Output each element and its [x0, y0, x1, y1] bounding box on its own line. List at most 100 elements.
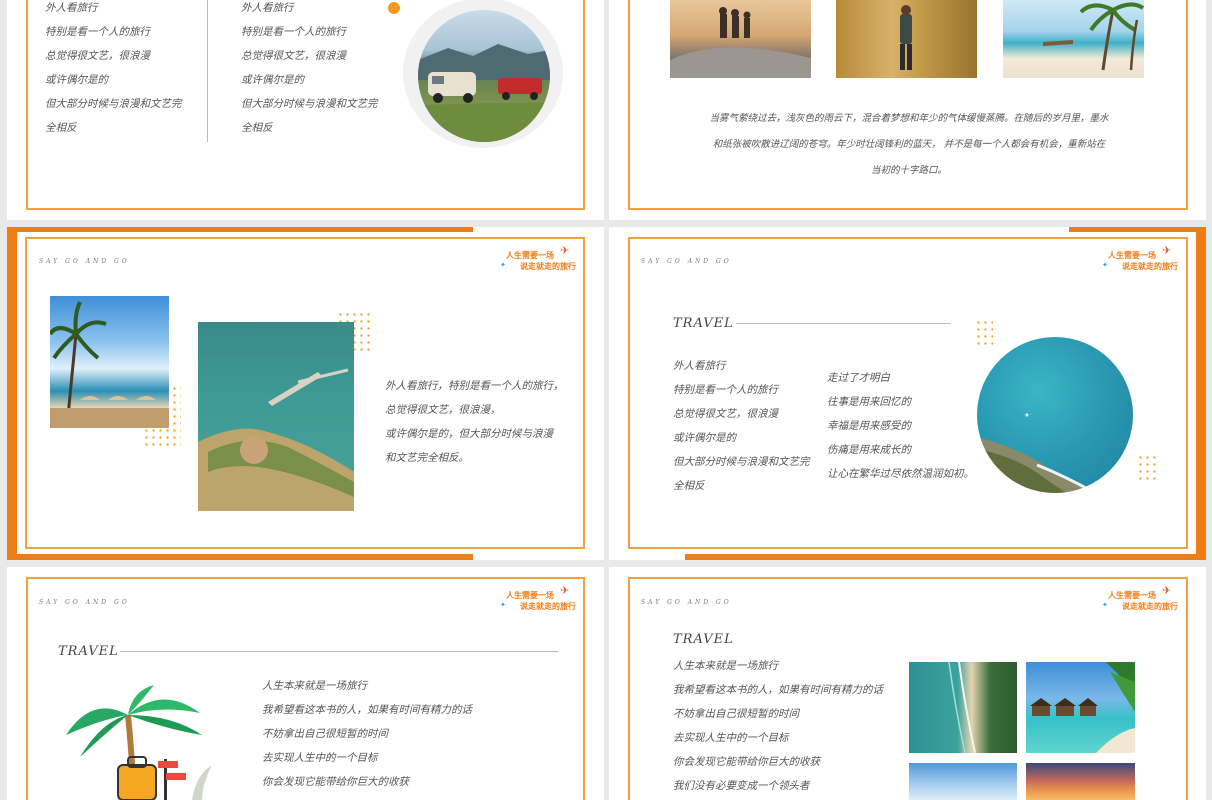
camping-scene: [418, 44, 550, 142]
text-line: 或许偶尔是的，但大部分时候与浪漫: [385, 428, 553, 440]
text-line: 或许偶尔是的: [45, 74, 108, 86]
title-rule: [736, 323, 951, 324]
text-line: 但大部分时候与浪漫和文艺完: [241, 98, 378, 110]
logo-line-2: 说走就走的旅行: [1122, 262, 1178, 271]
plane-icon: ✈: [1162, 244, 1172, 257]
logo-line-1: 人生需要一场: [1108, 591, 1156, 600]
logo-line-1: 人生需要一场: [506, 591, 554, 600]
text-line: 或许偶尔是的: [673, 432, 736, 444]
palm-and-umbrellas: [50, 301, 169, 428]
text-line: 外人看旅行，特别是看一个人的旅行，: [385, 380, 564, 392]
text-line: 但大部分时候与浪漫和文艺完: [673, 456, 810, 468]
logo-line-1: 人生需要一场: [1108, 251, 1156, 260]
text-line: 特别是看一个人的旅行: [673, 384, 778, 396]
text-line: 人生本来就是一场旅行: [673, 660, 778, 672]
slide-6[interactable]: SAY GO AND GO 人生需要一场 说走就走的旅行 ✈ ✦ TRAVEL …: [609, 567, 1206, 800]
palm-tree-icon: [66, 685, 212, 800]
dart-icon: ✦: [500, 601, 506, 609]
divider: [207, 0, 208, 142]
brand-logo: 人生需要一场 说走就走的旅行 ✈ ✦: [500, 244, 580, 274]
waves: [948, 662, 976, 753]
text-line: 特别是看一个人的旅行: [241, 26, 346, 38]
text-line: 总觉得很文艺，很浪漫: [673, 408, 778, 420]
slide-5[interactable]: SAY GO AND GO 人生需要一场 说走就走的旅行 ✈ ✦ TRAVEL …: [7, 567, 604, 800]
text-line: 伤痛是用来成长的: [827, 444, 911, 456]
text-line: 幸福是用来感受的: [827, 420, 911, 432]
logo-line-2: 说走就走的旅行: [520, 262, 576, 271]
slide-1[interactable]: 外人看旅行 特别是看一个人的旅行 总觉得很文艺，很浪漫 或许偶尔是的 但大部分时…: [7, 0, 604, 220]
plane-icon: ✈: [1162, 584, 1172, 597]
text-line: 你会发现它能带给你巨大的收获: [673, 756, 820, 768]
text-line: 让心在繁华过尽依然温润如初。: [827, 468, 974, 480]
para-line: 当初的十字路口。: [870, 165, 947, 176]
slide-3[interactable]: SAY GO AND GO 人生需要一场 说走就走的旅行 ✈ ✦ 外人看旅行，特…: [7, 227, 604, 560]
brand-tag: SAY GO AND GO: [641, 258, 732, 265]
section-title: TRAVEL: [673, 632, 734, 647]
text-line: 总觉得很文艺，很浪漫: [241, 50, 346, 62]
text-line: 外人看旅行: [241, 2, 294, 14]
orange-accent-bottom: [7, 554, 473, 560]
dart-icon: ✦: [500, 261, 506, 269]
text-line: 全相反: [45, 122, 77, 134]
dart-icon: ✦: [1102, 601, 1108, 609]
brand-tag: SAY GO AND GO: [39, 599, 130, 606]
dart-icon: ✦: [1102, 261, 1108, 269]
text-line: 去实现人生中的一个目标: [262, 752, 378, 764]
text-line: 走过了才明白: [827, 372, 890, 384]
orange-accent-top: [1069, 227, 1206, 232]
brand-logo: 人生需要一场 说走就走的旅行 ✈ ✦: [1102, 584, 1182, 614]
villas-and-palm: [1030, 662, 1135, 753]
orange-accent-left: [7, 227, 17, 560]
text-line: 往事是用来回忆的: [827, 396, 911, 408]
sea-coast-photo: [977, 337, 1133, 493]
section-title: TRAVEL: [58, 644, 119, 659]
orange-accent-top: [7, 227, 473, 232]
harbor-island: [198, 368, 354, 511]
beach-umbrellas-photo: [50, 296, 169, 428]
para-line: 当雾气萦绕过去，浅灰色的雨云下，混合着梦想和年少的气体缓慢蒸腾。在随后的岁月里，…: [709, 113, 1109, 124]
logo-line-1: 人生需要一场: [506, 251, 554, 260]
text-line: 不妨拿出自己很短暂的时间: [262, 728, 388, 740]
text-line: 外人看旅行: [45, 2, 98, 14]
beach-palm-photo: [1003, 0, 1144, 78]
title-rule: [120, 651, 558, 652]
orange-dot: [388, 2, 400, 14]
brand-tag: SAY GO AND GO: [39, 258, 130, 265]
text-line: 和文艺完全相反。: [385, 452, 469, 464]
text-line: 但大部分时候与浪漫和文艺完: [45, 98, 182, 110]
coastline: [977, 413, 1097, 493]
dot-pattern: [1137, 454, 1157, 480]
text-line: 我希望看这本书的人，如果有时间有精力的话: [262, 704, 472, 716]
text-line: 外人看旅行: [673, 360, 726, 372]
hikers-photo: [670, 0, 811, 78]
orange-accent-right: [1196, 227, 1206, 560]
plane-icon: ✈: [560, 244, 570, 257]
hikers-silhouettes: [670, 7, 811, 78]
slide-2[interactable]: 当雾气萦绕过去，浅灰色的雨云下，混合着梦想和年少的气体缓慢蒸腾。在随后的岁月里，…: [609, 0, 1206, 220]
logo-line-2: 说走就走的旅行: [520, 602, 576, 611]
text-line: 特别是看一个人的旅行: [45, 26, 150, 38]
camping-photo: [418, 10, 550, 142]
text-line: 或许偶尔是的: [241, 74, 304, 86]
text-line: 总觉得很文艺，很浪漫，: [385, 404, 501, 416]
palm-luggage-illustration: [62, 685, 232, 800]
brand-logo: 人生需要一场 说走就走的旅行 ✈ ✦: [500, 584, 580, 614]
sunset-photo: [1026, 763, 1135, 800]
text-line: 人生本来就是一场旅行: [262, 680, 367, 692]
forest-walker: [900, 5, 912, 70]
aerial-shore-photo: [909, 662, 1017, 753]
text-line: 我们没有必要变成一个领头者: [673, 780, 810, 792]
description-paragraph: 当雾气萦绕过去，浅灰色的雨云下，混合着梦想和年少的气体缓慢蒸腾。在随后的岁月里，…: [689, 106, 1129, 184]
slide-4[interactable]: SAY GO AND GO 人生需要一场 说走就走的旅行 ✈ ✦ TRAVEL …: [609, 227, 1206, 560]
forest-walk-photo: [836, 0, 977, 78]
sky-clouds-photo: [909, 763, 1017, 800]
text-line: 总觉得很文艺，很浪漫: [45, 50, 150, 62]
harbor-aerial-photo: [198, 322, 354, 511]
water-villa-photo: [1026, 662, 1135, 753]
section-title: TRAVEL: [673, 316, 734, 331]
logo-line-2: 说走就走的旅行: [1122, 602, 1178, 611]
para-line: 和纸张被吹散进辽阔的苍穹。年少时壮阔锋利的蓝天， 并不是每一个人都会有机会，重新…: [712, 139, 1106, 150]
orange-accent-bottom: [685, 554, 1206, 560]
brand-logo: 人生需要一场 说走就走的旅行 ✈ ✦: [1102, 244, 1182, 274]
text-line: 你会发现它能带给你巨大的收获: [262, 776, 409, 788]
